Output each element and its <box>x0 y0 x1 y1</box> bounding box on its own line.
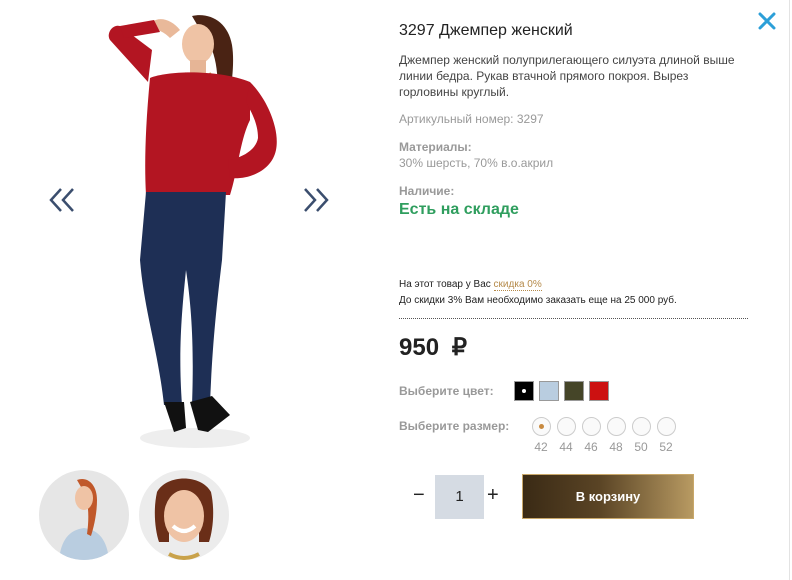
availability-value: Есть на складе <box>399 201 519 218</box>
size-label: Выберите размер: <box>399 419 510 433</box>
discount-link[interactable]: скидка 0% <box>493 279 542 291</box>
size-radio-46[interactable] <box>582 417 601 436</box>
availability-label: Наличие: <box>399 184 455 198</box>
double-chevron-left-icon[interactable] <box>48 186 76 219</box>
price-amount: 950 <box>399 334 440 361</box>
product-sku: Артикульный номер: 3297 <box>399 112 544 126</box>
window-border <box>789 0 790 580</box>
selected-dot-icon <box>539 424 544 429</box>
product-photo <box>100 10 280 455</box>
product-title: 3297 Джемпер женский <box>399 22 573 39</box>
size-label-46: 46 <box>584 440 598 454</box>
size-radio-50[interactable] <box>632 417 651 436</box>
materials-value: 30% шерсть, 70% в.о.акрил <box>399 156 554 170</box>
discount-next-tier: До скидки 3% Вам необходимо заказать еще… <box>399 295 677 306</box>
size-radio-44[interactable] <box>557 417 576 436</box>
ruble-icon: ₽ <box>451 334 467 361</box>
size-label-42: 42 <box>534 440 548 454</box>
color-swatch[interactable] <box>539 381 559 401</box>
materials-label: Материалы: <box>399 140 472 154</box>
size-label-44: 44 <box>559 440 573 454</box>
color-swatch[interactable] <box>589 381 609 401</box>
size-radio-48[interactable] <box>607 417 626 436</box>
color-label: Выберите цвет: <box>399 384 494 398</box>
size-radio-52[interactable] <box>657 417 676 436</box>
divider <box>399 318 748 319</box>
close-icon[interactable] <box>756 10 778 32</box>
price: 950 ₽ <box>399 333 467 362</box>
discount-info: На этот товар у Вас скидка 0% <box>399 279 542 291</box>
quantity-input[interactable] <box>435 475 484 519</box>
thumbnail-image-2[interactable] <box>139 470 229 560</box>
add-to-cart-button[interactable]: В корзину <box>522 474 694 519</box>
product-description: Джемпер женский полуприлегающего силуэта… <box>399 53 735 99</box>
quantity-decrease-button[interactable]: − <box>413 484 425 507</box>
quantity-increase-button[interactable]: + <box>487 484 499 507</box>
thumbnail-image-1[interactable] <box>39 470 129 560</box>
discount-prefix: На этот товар у Вас <box>399 279 491 290</box>
size-radio-42[interactable] <box>532 417 551 436</box>
size-label-52: 52 <box>659 440 673 454</box>
color-swatch[interactable] <box>514 381 534 401</box>
double-chevron-right-icon[interactable] <box>302 186 330 219</box>
size-label-50: 50 <box>634 440 648 454</box>
size-label-48: 48 <box>609 440 623 454</box>
color-swatch[interactable] <box>564 381 584 401</box>
